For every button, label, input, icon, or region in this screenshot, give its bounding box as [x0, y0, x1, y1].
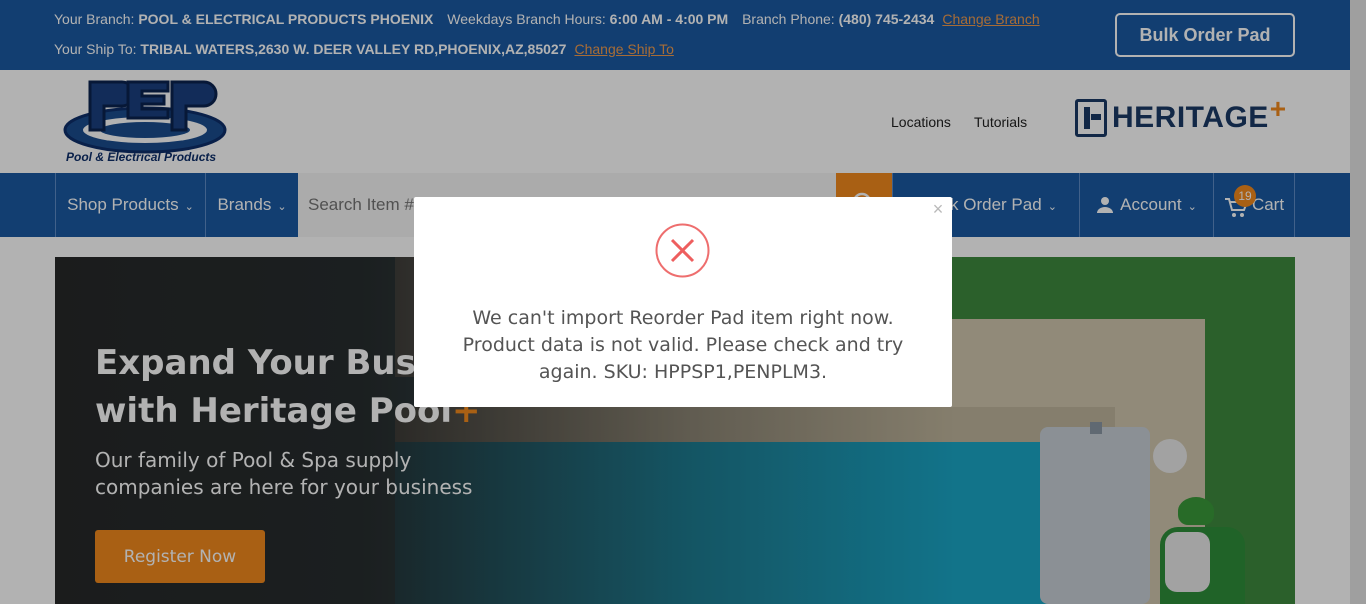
error-dialog: × We can't import Reorder Pad item right… [414, 197, 952, 407]
error-x-icon [655, 223, 710, 278]
error-message: We can't import Reorder Pad item right n… [462, 307, 904, 383]
close-icon[interactable]: × [930, 200, 946, 218]
